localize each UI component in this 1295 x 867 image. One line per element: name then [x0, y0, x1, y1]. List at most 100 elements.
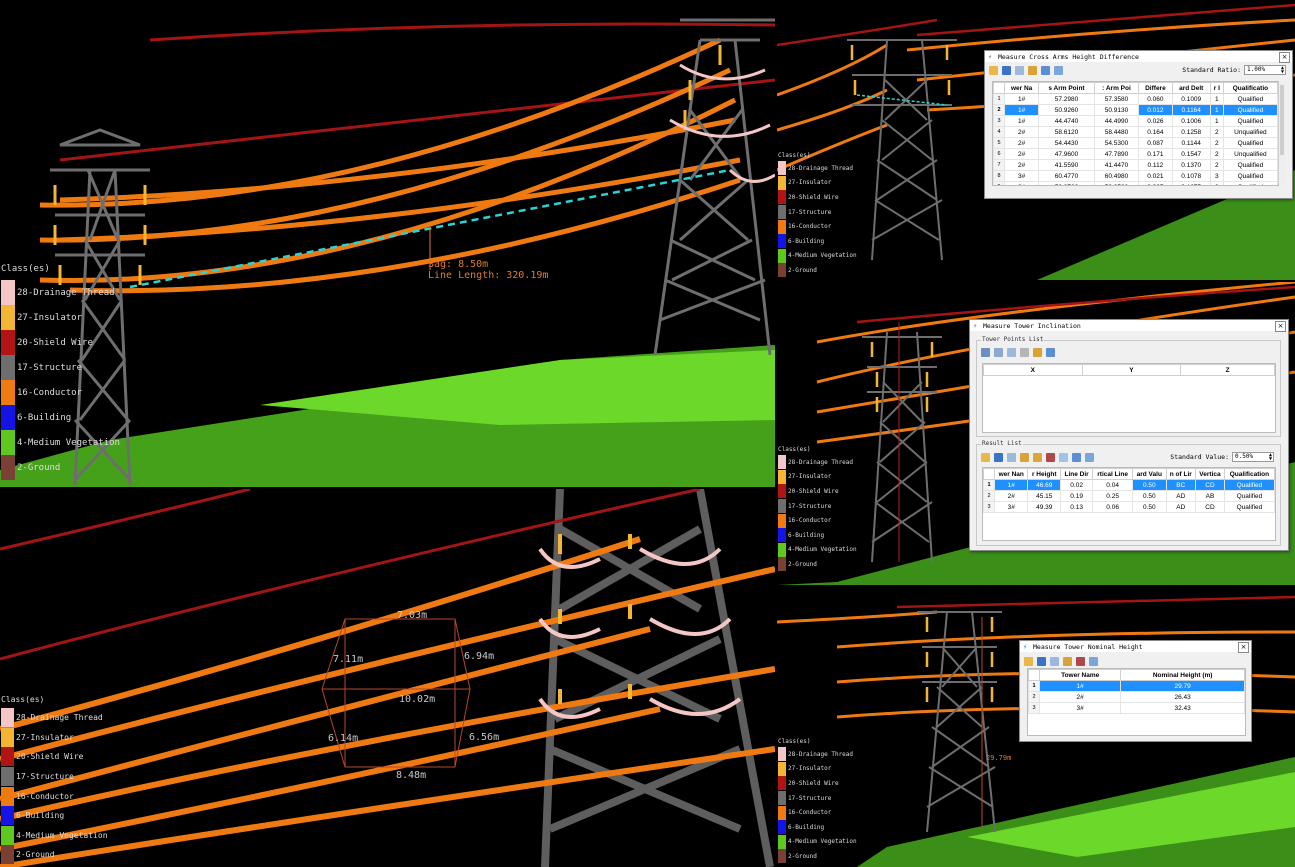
table-cell[interactable]: 46.69: [1027, 479, 1062, 491]
measure-icon[interactable]: [1041, 65, 1050, 75]
table-cell[interactable]: 53.8530: [1093, 181, 1140, 185]
table-row[interactable]: 93#53.878053.85300.0250.12753Qualified: [993, 181, 1278, 185]
row-number[interactable]: 8: [993, 170, 1005, 182]
table-cell[interactable]: 2: [1209, 137, 1224, 149]
row-number[interactable]: 3: [993, 115, 1005, 127]
column-header[interactable]: wer Nan: [993, 468, 1029, 480]
pen-icon[interactable]: [1028, 65, 1037, 75]
table-cell[interactable]: 0.1164: [1171, 104, 1211, 116]
table-cell[interactable]: 1: [1209, 93, 1224, 105]
table-cell[interactable]: BC: [1165, 479, 1197, 491]
minus-icon[interactable]: [1007, 347, 1016, 357]
table-cell[interactable]: 1#: [1003, 104, 1040, 116]
table-row[interactable]: 3 3# 49.39 0.13 0.06 0.50 AD CD Qualified: [983, 501, 1275, 513]
spin-arrows-icon[interactable]: ▲ ▼: [1281, 66, 1284, 75]
row-number[interactable]: 4: [993, 126, 1005, 138]
row-number[interactable]: 2: [1028, 691, 1040, 703]
table-cell[interactable]: 0.25: [1092, 490, 1134, 502]
save-icon[interactable]: [1037, 656, 1046, 666]
table-row[interactable]: 1 1# 57.2980 57.3580 0.060 0.1009 1 Qualified: [993, 93, 1278, 105]
table-cell[interactable]: 57.2980: [1038, 93, 1095, 105]
table-cell[interactable]: 0.171: [1138, 148, 1173, 160]
table-cell[interactable]: 3#: [1003, 170, 1040, 182]
table-cell[interactable]: CD: [1195, 479, 1225, 491]
spin-arrows-icon[interactable]: ▲ ▼: [1269, 453, 1272, 462]
table-cell[interactable]: 3: [1209, 181, 1224, 185]
table-cell[interactable]: 0.1006: [1171, 115, 1211, 127]
save-icon[interactable]: [994, 452, 1003, 462]
table-row[interactable]: 2 2# 26.43: [1028, 691, 1245, 703]
export-icon[interactable]: [1054, 65, 1063, 75]
column-header[interactable]: s Arm Point: [1038, 82, 1095, 94]
table-cell[interactable]: 0.112: [1138, 159, 1173, 171]
table-row[interactable]: 2 2# 45.15 0.19 0.25 0.50 AD AB Qualified: [983, 490, 1275, 502]
table-cell[interactable]: 1: [1209, 104, 1224, 116]
table-cell[interactable]: 44.4990: [1093, 115, 1140, 127]
table-cell[interactable]: 0.06: [1092, 501, 1134, 513]
table-cell[interactable]: 0.1275: [1171, 181, 1211, 185]
column-header[interactable]: ard Delt: [1171, 82, 1211, 94]
table-cell[interactable]: 26.43: [1120, 691, 1245, 703]
table-cell[interactable]: 1#: [993, 479, 1029, 491]
table-cell[interactable]: Unqualified: [1222, 148, 1278, 160]
column-header[interactable]: Z: [1180, 364, 1275, 376]
table-cell[interactable]: 58.4480: [1093, 126, 1140, 138]
row-number[interactable]: 7: [993, 159, 1005, 171]
table-cell[interactable]: 44.4740: [1038, 115, 1095, 127]
calculator-icon[interactable]: [1046, 347, 1055, 357]
table-cell[interactable]: Qualified: [1223, 479, 1275, 491]
table-cell[interactable]: 0.1258: [1171, 126, 1211, 138]
table-cell[interactable]: 0.19: [1060, 490, 1094, 502]
table-cell[interactable]: 2: [1209, 148, 1224, 160]
table-cell[interactable]: 0.025: [1138, 181, 1173, 185]
standard-ratio-input[interactable]: 1.00% ▲ ▼: [1244, 65, 1286, 75]
column-header[interactable]: Qualification: [1223, 468, 1275, 480]
column-header[interactable]: n of Lir: [1165, 468, 1197, 480]
minus-icon[interactable]: [1050, 656, 1059, 666]
table-cell[interactable]: 45.15: [1027, 490, 1062, 502]
column-header[interactable]: wer Na: [1003, 82, 1040, 94]
column-header[interactable]: : Arm Poi: [1093, 82, 1140, 94]
table-cell[interactable]: 49.39: [1027, 501, 1062, 513]
table-cell[interactable]: 0.060: [1138, 93, 1173, 105]
row-number[interactable]: 6: [993, 148, 1005, 160]
table-cell[interactable]: 2#: [1003, 159, 1040, 171]
table-row[interactable]: 8 3# 60.4770 60.4980 0.021 0.1078 3 Qualified: [993, 170, 1278, 182]
table-cell[interactable]: 3: [1209, 170, 1224, 182]
table-cell[interactable]: 50.9130: [1093, 104, 1140, 116]
table-cell[interactable]: 3#: [1038, 702, 1122, 714]
column-header[interactable]: Vertica: [1195, 468, 1225, 480]
table-cell[interactable]: 0.04: [1092, 479, 1134, 491]
table-cell[interactable]: Qualified: [1222, 170, 1278, 182]
table-cell[interactable]: 2: [1209, 126, 1224, 138]
table-cell[interactable]: 2#: [1038, 691, 1122, 703]
table-cell[interactable]: 60.4770: [1038, 170, 1095, 182]
table-cell[interactable]: 0.1547: [1171, 148, 1211, 160]
column-header[interactable]: Differe: [1138, 82, 1173, 94]
export-icon[interactable]: [1085, 452, 1094, 462]
table-row[interactable]: 1 1# 46.69 0.02 0.04 0.50 BC CD Qualified: [983, 479, 1275, 491]
table-row[interactable]: 3 3# 32.43: [1028, 702, 1245, 714]
open-folder-icon[interactable]: [1024, 656, 1033, 666]
table-cell[interactable]: 1#: [1003, 93, 1040, 105]
table-cell[interactable]: 53.8780: [1038, 181, 1095, 185]
table-row[interactable]: 7 2# 41.5590 41.4470 0.112 0.1370 2 Qualified: [993, 159, 1278, 171]
table-cell[interactable]: 32.43: [1120, 702, 1245, 714]
table-cell[interactable]: 2#: [1003, 137, 1040, 149]
column-header[interactable]: Nominal Height (m): [1120, 669, 1245, 681]
table-cell[interactable]: 1#: [1003, 115, 1040, 127]
pen-icon[interactable]: [1063, 656, 1072, 666]
table-cell[interactable]: 0.164: [1138, 126, 1173, 138]
standard-value-input[interactable]: 0.50% ▲ ▼: [1232, 452, 1274, 462]
save-icon[interactable]: [1002, 65, 1011, 75]
print-icon[interactable]: [981, 347, 990, 357]
table-row[interactable]: 5 2# 54.4430 54.5300 0.087 0.1144 2 Qualified: [993, 137, 1278, 149]
table-cell[interactable]: 0.1078: [1171, 170, 1211, 182]
table-cell[interactable]: 0.012: [1138, 104, 1173, 116]
table-cell[interactable]: AB: [1195, 490, 1225, 502]
edit-folder-icon[interactable]: [1033, 452, 1042, 462]
viewport-distances[interactable]: 7.03m 7.11m 6.94m 10.02m 6.14m 6.56m 8.4…: [0, 489, 775, 867]
table-cell[interactable]: Qualified: [1222, 93, 1278, 105]
table-cell[interactable]: 0.1009: [1171, 93, 1211, 105]
table-cell[interactable]: 1: [1209, 115, 1224, 127]
